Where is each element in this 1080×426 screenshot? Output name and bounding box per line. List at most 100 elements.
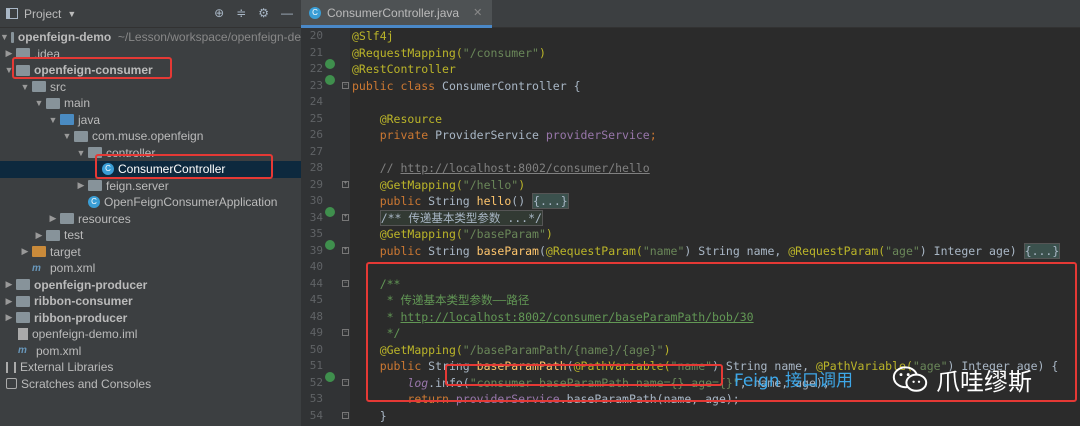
line-number: 20 xyxy=(309,29,323,42)
project-icon xyxy=(6,8,18,19)
spring-bean-icon[interactable] xyxy=(325,75,335,85)
project-view-selector[interactable]: Project ▼ xyxy=(6,7,76,21)
module-folder-icon xyxy=(16,295,30,307)
source-folder-icon xyxy=(60,114,74,126)
tree-item-scratches[interactable]: Scratches and Consoles xyxy=(0,376,301,393)
maven-icon: m xyxy=(18,345,27,357)
code-line-28: // http://localhost:8002/consumer/hello xyxy=(379,161,650,175)
request-mapping-icon[interactable] xyxy=(325,207,335,217)
project-panel: Project ▼ ⊕ ≑ ⚙ — ▼ openfeign-demo ~/Les… xyxy=(0,0,301,426)
folded-code-button[interactable]: {...} xyxy=(532,193,569,209)
tree-item-ribbon-consumer[interactable]: ▶ ribbon-consumer xyxy=(0,293,301,310)
code-line-25: @Resource xyxy=(379,111,443,126)
tree-item-resources[interactable]: ▶ resources xyxy=(0,211,301,228)
fold-marker-icon[interactable]: + xyxy=(342,214,349,221)
line-number: 24 xyxy=(309,95,323,108)
close-icon[interactable]: ✕ xyxy=(473,6,482,19)
tree-item-external-libraries[interactable]: External Libraries xyxy=(0,359,301,376)
line-number: 22 xyxy=(309,62,323,75)
tree-item-main[interactable]: ▼ main xyxy=(0,95,301,112)
tree-item-ribbon-producer[interactable]: ▶ ribbon-producer xyxy=(0,310,301,327)
locate-icon[interactable]: ⊕ xyxy=(214,6,224,20)
feign-call-annotation: Feign 接口调用 xyxy=(734,371,853,391)
line-number: 44 xyxy=(309,276,323,290)
folder-icon xyxy=(46,97,60,109)
folded-doc-button[interactable]: /** 传递基本类型参数 ...*/ xyxy=(379,209,543,226)
code-line-29: @GetMapping("/hello") xyxy=(379,177,526,192)
code-line-26: private ProviderService providerService; xyxy=(379,128,657,142)
fold-marker-icon[interactable]: − xyxy=(342,412,349,419)
libraries-icon xyxy=(6,361,16,373)
line-number: 40 xyxy=(309,260,323,273)
tree-item-java[interactable]: ▼ java xyxy=(0,112,301,129)
module-folder-icon xyxy=(16,312,30,324)
line-number: 25 xyxy=(309,111,323,125)
wechat-icon xyxy=(892,365,928,392)
request-mapping-icon[interactable] xyxy=(325,240,335,250)
line-number: 26 xyxy=(309,128,323,141)
code-line-35: /** 传递基本类型参数 ...*/ xyxy=(352,209,543,227)
project-panel-title: Project xyxy=(24,6,62,21)
tree-item-openfeignconsumerapplication[interactable]: C OpenFeignConsumerApplication xyxy=(0,194,301,211)
code-line-22: @RestController xyxy=(352,62,456,76)
folded-code-button[interactable]: {...} xyxy=(1023,242,1061,259)
hide-icon[interactable]: — xyxy=(281,6,293,20)
tree-item-pom-xml[interactable]: m pom.xml xyxy=(0,260,301,277)
line-number: 34 xyxy=(309,210,323,224)
spring-bean-icon[interactable] xyxy=(325,59,335,69)
tree-item-root-pom-xml[interactable]: m pom.xml xyxy=(0,343,301,360)
line-number: 39 xyxy=(309,243,323,257)
line-number: 45 xyxy=(309,293,323,306)
fold-marker-icon[interactable]: − xyxy=(342,280,349,287)
tree-item-openfeign-demo[interactable]: ▼ openfeign-demo ~/Lesson/workspace/open… xyxy=(0,29,301,46)
tree-item-src[interactable]: ▼ src xyxy=(0,79,301,96)
iml-file-icon xyxy=(18,328,28,341)
excluded-folder-icon xyxy=(32,246,46,258)
chevron-down-icon[interactable]: ▼ xyxy=(67,9,76,19)
line-number: 54 xyxy=(309,408,323,422)
project-panel-header: Project ▼ ⊕ ≑ ⚙ — xyxy=(0,0,301,28)
line-number: 51 xyxy=(309,359,323,372)
folder-icon xyxy=(32,81,46,93)
line-number: 21 xyxy=(309,45,323,59)
fold-marker-icon[interactable]: − xyxy=(342,329,349,336)
line-number: 27 xyxy=(309,144,323,158)
line-number: 49 xyxy=(309,326,323,339)
gear-icon[interactable]: ⚙ xyxy=(258,6,269,20)
line-number: 48 xyxy=(309,309,323,323)
watermark-text: 爪哇缪斯 xyxy=(936,368,1032,396)
tree-item-feign-server[interactable]: ▶ feign.server xyxy=(0,178,301,195)
fold-marker-icon[interactable]: + xyxy=(342,247,349,254)
code-line-53: } xyxy=(379,408,387,423)
code-line-30: public String hello() {...} xyxy=(379,193,569,209)
code-line-20: @Slf4j xyxy=(352,29,394,43)
resources-folder-icon xyxy=(60,213,74,225)
fold-marker-icon[interactable]: + xyxy=(342,181,349,188)
code-line-40: public String baseParam(@RequestParam("n… xyxy=(379,242,1061,259)
module-folder-icon xyxy=(10,31,14,43)
fold-marker-icon[interactable]: − xyxy=(342,379,349,386)
code-line-23: public class ConsumerController { xyxy=(352,78,581,93)
highlight-box-module xyxy=(12,57,172,79)
line-number: 23 xyxy=(309,78,323,92)
tree-item-test[interactable]: ▶ test xyxy=(0,227,301,244)
folder-icon xyxy=(46,229,60,241)
editor-gutter: 20 21 22 23 24 25 26 27 28 29 30 34 35 3… xyxy=(301,28,350,426)
line-number: 30 xyxy=(309,194,323,207)
request-mapping-icon[interactable] xyxy=(325,372,335,382)
line-number: 29 xyxy=(309,177,323,191)
line-number: 50 xyxy=(309,342,323,356)
tree-item-iml[interactable]: openfeign-demo.iml xyxy=(0,326,301,343)
highlight-box-feign-call xyxy=(445,364,723,386)
code-line-21: @RequestMapping("/consumer") xyxy=(352,45,546,60)
tree-item-target[interactable]: ▶ target xyxy=(0,244,301,261)
module-folder-icon xyxy=(16,279,30,291)
tab-consumercontroller[interactable]: C ConsumerController.java ✕ xyxy=(301,0,493,28)
scratches-icon xyxy=(6,378,17,390)
maven-icon: m xyxy=(32,262,41,274)
collapse-icon[interactable]: ≑ xyxy=(236,6,246,20)
fold-marker-icon[interactable]: − xyxy=(342,82,349,89)
tree-item-com-muse-openfeign[interactable]: ▼ com.muse.openfeign xyxy=(0,128,301,145)
tree-item-openfeign-producer[interactable]: ▶ openfeign-producer xyxy=(0,277,301,294)
class-icon: C xyxy=(309,6,321,19)
